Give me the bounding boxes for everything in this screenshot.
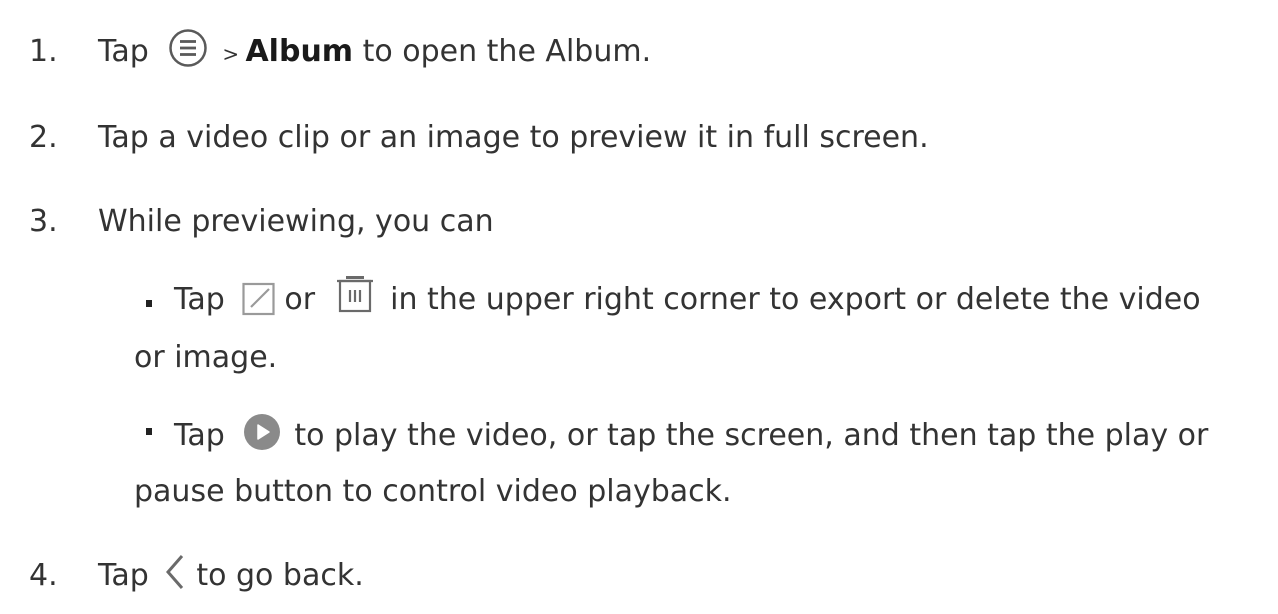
step-4-text: Tap to go back. — [98, 554, 364, 596]
step-1-text: Tap > Album to open the Album. — [98, 28, 652, 72]
step-1-post: to open the Album. — [362, 34, 652, 69]
step-4-pre: Tap — [98, 558, 149, 593]
step-3-text: While previewing, you can — [98, 204, 494, 239]
play-icon — [244, 413, 281, 450]
step-4-post: to go back. — [196, 558, 364, 593]
bullet-marker — [146, 428, 152, 435]
bullet-1-pre: Tap — [174, 282, 225, 317]
chevron-left-icon — [164, 554, 186, 590]
bullet-1-line-1: Tap or in the upper right corner to expo… — [174, 275, 1201, 320]
bullet-1-post: in the upper right corner to export or d… — [390, 282, 1201, 317]
bullet-1-line-2: or image. — [134, 340, 278, 375]
step-4-number: 4. — [29, 558, 58, 593]
bullet-marker — [146, 300, 152, 307]
bullet-2-pre: Tap — [174, 418, 225, 453]
bullet-2-line-1: Tap to play the video, or tap the screen… — [174, 413, 1209, 456]
bullet-1-mid: or — [284, 282, 316, 317]
step-2-number: 2. — [29, 120, 58, 155]
step-3-number: 3. — [29, 204, 58, 239]
bullet-2-line-2: pause button to control video playback. — [134, 474, 732, 509]
step-1-number: 1. — [29, 34, 58, 69]
export-icon — [242, 282, 276, 316]
trash-icon — [336, 275, 373, 315]
step-1-bold: Album — [245, 34, 354, 69]
bullet-2-post: to play the video, or tap the screen, an… — [294, 418, 1209, 453]
menu-circle-icon — [168, 28, 208, 68]
step-1-pre: Tap — [98, 34, 149, 69]
step-1-separator: > — [222, 42, 246, 66]
step-2-text: Tap a video clip or an image to preview … — [98, 120, 929, 155]
